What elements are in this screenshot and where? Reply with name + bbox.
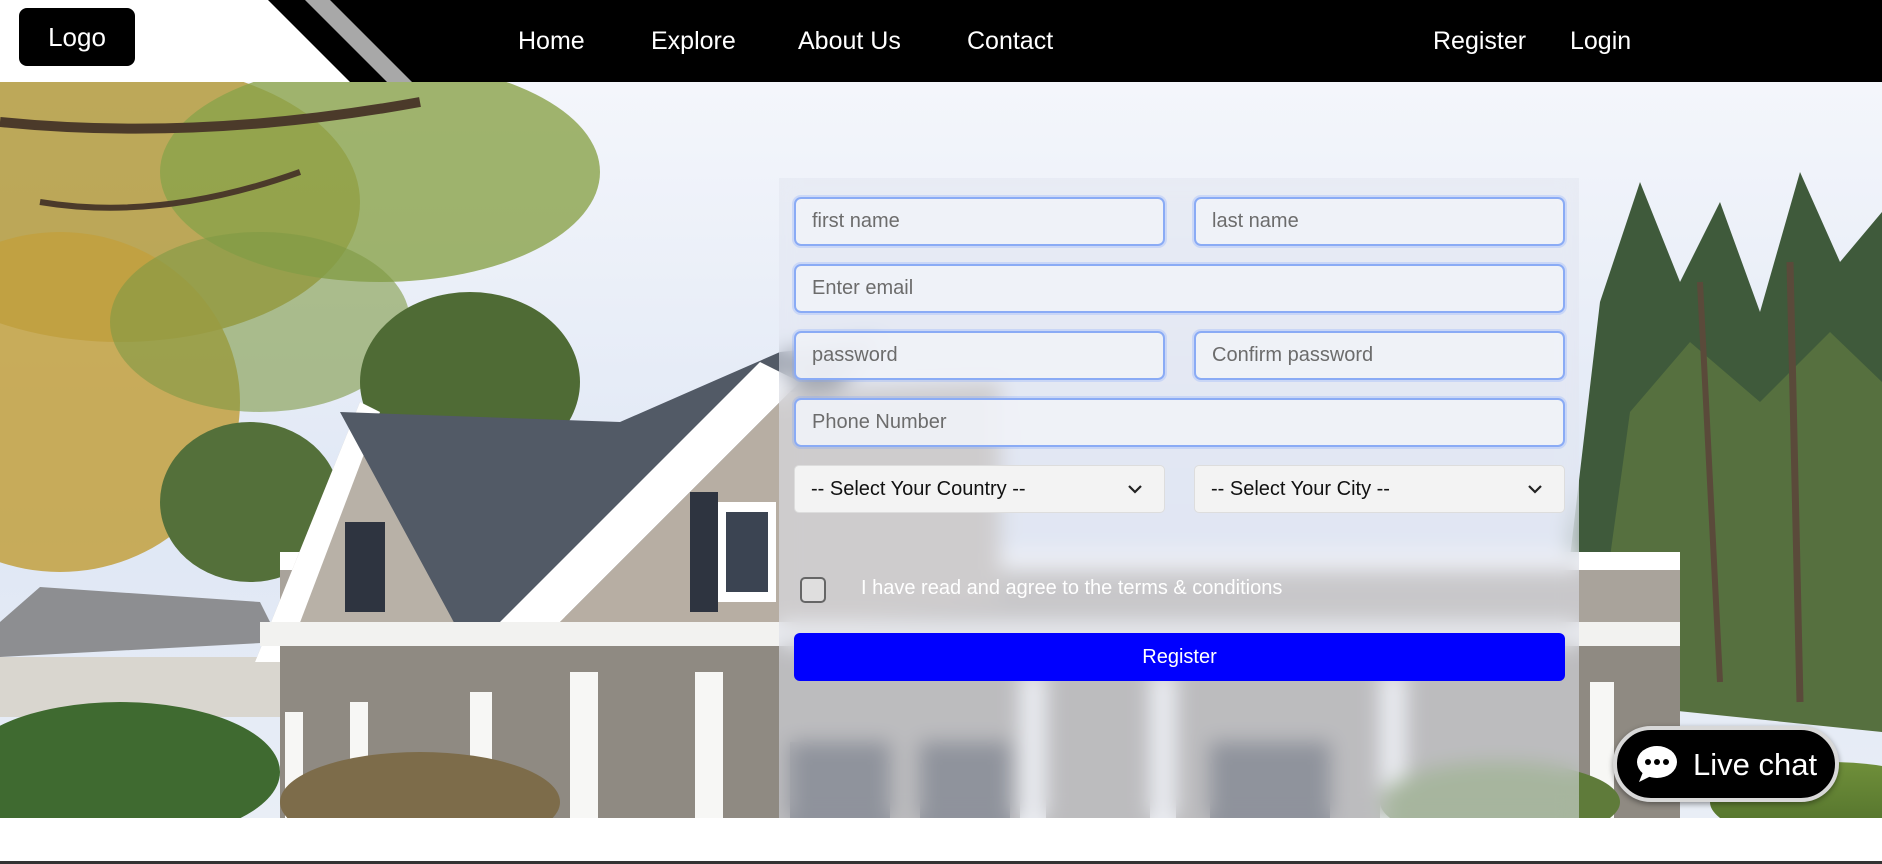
last-name-input[interactable] [1194,197,1565,246]
nav-link-login[interactable]: Login [1570,0,1631,82]
chevron-down-icon [1528,485,1542,494]
chevron-down-icon [1128,485,1142,494]
terms-checkbox[interactable] [800,577,826,603]
live-chat-label: Live chat [1693,747,1818,782]
hero-section [0,82,1882,818]
register-button[interactable]: Register [794,633,1565,681]
city-select-label: -- Select Your City -- [1211,477,1390,500]
logo[interactable]: Logo [19,8,135,66]
country-select-label: -- Select Your Country -- [811,477,1026,500]
live-chat-button[interactable]: Live chat [1613,726,1839,802]
email-input[interactable] [794,264,1565,313]
chat-bubble-icon [1637,746,1677,782]
phone-number-input[interactable] [794,398,1565,447]
city-select[interactable]: -- Select Your City -- [1194,465,1565,513]
first-name-input[interactable] [794,197,1165,246]
nav-link-explore[interactable]: Explore [651,0,736,82]
top-navbar: Logo Home Explore About Us Contact Regis… [0,0,1882,82]
nav-link-home[interactable]: Home [518,0,585,82]
confirm-password-input[interactable] [1194,331,1565,380]
logo-area: Logo [0,0,420,82]
nav-link-register[interactable]: Register [1433,0,1526,82]
terms-label: I have read and agree to the terms & con… [861,577,1283,599]
nav-link-contact[interactable]: Contact [967,0,1053,82]
nav-link-about-us[interactable]: About Us [798,0,901,82]
country-select[interactable]: -- Select Your Country -- [794,465,1165,513]
password-input[interactable] [794,331,1165,380]
